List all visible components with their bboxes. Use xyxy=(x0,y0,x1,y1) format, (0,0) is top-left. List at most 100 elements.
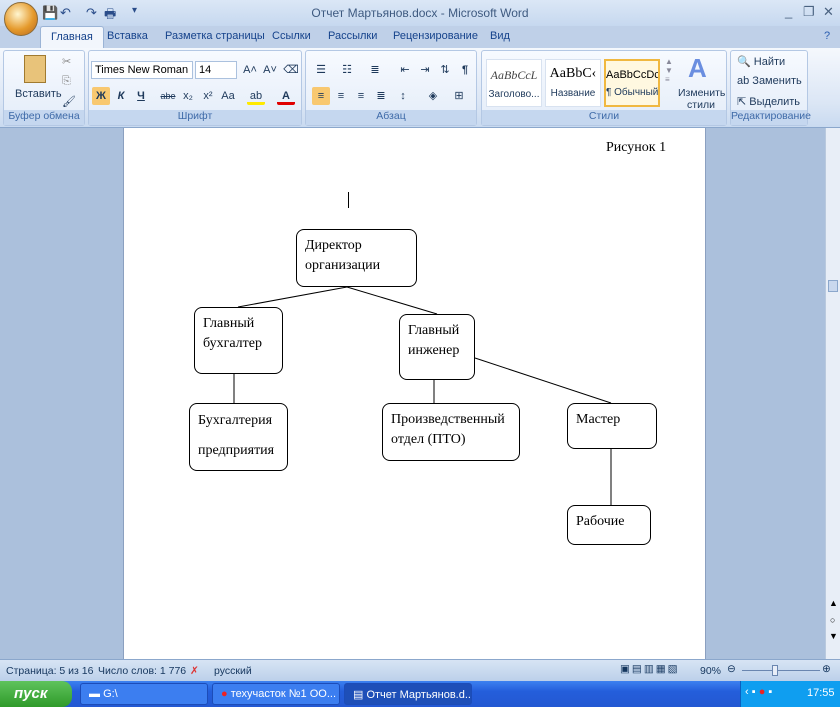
font-color-icon[interactable]: A xyxy=(277,87,295,105)
style-normal[interactable]: AaBbCcDc ¶ Обычный xyxy=(604,59,660,107)
style-heading[interactable]: AaBbCcL Заголово... xyxy=(486,59,542,107)
subscript-button[interactable]: x₂ xyxy=(179,87,197,105)
change-styles-icon[interactable]: A xyxy=(688,53,707,84)
scroll-thumb[interactable] xyxy=(828,280,838,292)
maximize-button[interactable]: ❐ xyxy=(803,4,815,20)
undo-icon[interactable]: ↶ xyxy=(60,5,71,21)
styles-scroll-icon[interactable]: ▲ ▼ ≡ xyxy=(665,57,673,84)
vertical-scrollbar[interactable]: ▲ ○ ▼ xyxy=(825,128,840,659)
tab-mailings[interactable]: Рассылки xyxy=(328,30,377,42)
font-size-select[interactable]: 14 xyxy=(195,61,237,79)
help-icon[interactable]: ? xyxy=(824,30,830,42)
align-right-icon[interactable]: ≡ xyxy=(352,87,370,105)
tab-view[interactable]: Вид xyxy=(490,30,510,42)
document-area: Рисунок 1 Директор организации Главный б… xyxy=(0,128,825,659)
taskbar-item-word[interactable]: ▤ Отчет Мартьянов.d... xyxy=(344,683,472,705)
align-left-icon[interactable]: ≡ xyxy=(312,87,330,105)
numbering-icon[interactable]: ☷ xyxy=(338,61,356,79)
find-button[interactable]: 🔍 Найти xyxy=(737,55,785,68)
next-page-icon[interactable]: ▼ xyxy=(829,631,838,641)
taskbar-item-explorer[interactable]: ▬ G:\ xyxy=(80,683,208,705)
show-marks-icon[interactable]: ¶ xyxy=(456,61,474,79)
connector-line xyxy=(346,286,438,315)
clear-format-icon[interactable]: ⌫ xyxy=(282,61,300,79)
tray-icons[interactable]: ‹ ▪ ● ▪ xyxy=(745,686,772,698)
connector-line xyxy=(474,357,612,404)
ribbon-tabs: Главная Вставка Разметка страницы Ссылки… xyxy=(0,26,840,48)
tab-home[interactable]: Главная xyxy=(40,26,104,48)
ribbon: Вставить ✂ ⎘ 🖌 Буфер обмена Times New Ro… xyxy=(0,48,840,128)
borders-icon[interactable]: ⊞ xyxy=(450,87,468,105)
box-master[interactable]: Мастер xyxy=(567,403,657,449)
print-icon[interactable]: 🖶 xyxy=(104,5,116,27)
customize-toolbar-icon[interactable]: ▾ xyxy=(132,5,137,16)
sort-icon[interactable]: ⇅ xyxy=(436,61,454,79)
shrink-font-button[interactable]: A˅ xyxy=(261,61,279,79)
shading-icon[interactable]: ◈ xyxy=(424,87,442,105)
box-chief-engineer[interactable]: Главный инженер xyxy=(399,314,475,380)
zoom-out-icon[interactable]: ⊖ xyxy=(727,663,736,675)
decrease-indent-icon[interactable]: ⇤ xyxy=(396,61,414,79)
browse-object-icon[interactable]: ○ xyxy=(830,615,835,625)
change-case-button[interactable]: Aa xyxy=(219,87,237,105)
status-bar: Страница: 5 из 16 Число слов: 1 776 ✗ ру… xyxy=(0,659,840,681)
group-label: Стили xyxy=(482,110,726,125)
word-count[interactable]: Число слов: 1 776 xyxy=(98,665,186,677)
box-workers[interactable]: Рабочие xyxy=(567,505,651,545)
tab-review[interactable]: Рецензирование xyxy=(393,30,478,42)
increase-indent-icon[interactable]: ⇥ xyxy=(416,61,434,79)
taskbar-item-opera[interactable]: ● техучасток №1 ОО... xyxy=(212,683,340,705)
close-button[interactable]: ✕ xyxy=(823,4,834,20)
group-label: Шрифт xyxy=(89,110,301,125)
style-title[interactable]: AaBbC‹ Название xyxy=(545,59,601,107)
grow-font-button[interactable]: A˄ xyxy=(241,61,259,79)
language[interactable]: русский xyxy=(214,665,252,677)
prev-page-icon[interactable]: ▲ xyxy=(829,598,838,608)
change-styles-button[interactable]: Изменить стили xyxy=(678,87,725,111)
start-button[interactable]: пуск xyxy=(0,681,72,707)
strikethrough-button[interactable]: abe xyxy=(159,87,177,105)
tab-insert[interactable]: Вставка xyxy=(107,30,148,42)
box-pto[interactable]: Произведственный отдел (ПТО) xyxy=(382,403,520,461)
superscript-button[interactable]: x² xyxy=(199,87,217,105)
office-button[interactable] xyxy=(4,2,38,36)
page-count[interactable]: Страница: 5 из 16 xyxy=(6,665,93,677)
line-spacing-icon[interactable]: ↕ xyxy=(394,87,412,105)
group-label: Редактирование xyxy=(731,110,811,125)
redo-icon[interactable]: ↷ xyxy=(86,5,97,21)
box-director[interactable]: Директор организации xyxy=(296,229,417,287)
paste-button[interactable]: Вставить xyxy=(15,88,62,100)
align-center-icon[interactable]: ≡ xyxy=(332,87,350,105)
bullets-icon[interactable]: ☰ xyxy=(312,61,330,79)
document-page[interactable]: Рисунок 1 Директор организации Главный б… xyxy=(123,128,706,659)
window-title: Отчет Мартьянов.docx - Microsoft Word xyxy=(311,6,529,20)
view-buttons[interactable]: ▣▤▥▦▧ xyxy=(620,663,680,675)
zoom-slider[interactable] xyxy=(742,670,820,671)
multilevel-list-icon[interactable]: ≣ xyxy=(366,61,384,79)
bold-button[interactable]: Ж xyxy=(92,87,110,105)
paste-icon[interactable] xyxy=(24,55,46,83)
format-painter-icon[interactable]: 🖌 xyxy=(62,95,76,108)
box-accounting[interactable]: Бухгалтерия предприятия xyxy=(189,403,288,471)
spellcheck-icon[interactable]: ✗ xyxy=(190,665,199,677)
zoom-in-icon[interactable]: ⊕ xyxy=(822,663,831,675)
font-group: Times New Roman 14 A˄ A˅ ⌫ Ж К Ч abe x₂ … xyxy=(88,50,302,126)
zoom-level[interactable]: 90% xyxy=(700,665,721,677)
font-name-select[interactable]: Times New Roman xyxy=(91,61,193,79)
tab-references[interactable]: Ссылки xyxy=(272,30,311,42)
zoom-slider-thumb[interactable] xyxy=(772,665,778,676)
save-icon[interactable]: 💾 xyxy=(42,5,58,21)
tab-page-layout[interactable]: Разметка страницы xyxy=(165,30,265,42)
replace-button[interactable]: ab Заменить xyxy=(737,75,802,87)
select-button[interactable]: ⇱ Выделить xyxy=(737,95,800,108)
box-chief-accountant[interactable]: Главный бухгалтер xyxy=(194,307,283,374)
editing-group: 🔍 Найти ab Заменить ⇱ Выделить Редактиро… xyxy=(730,50,811,126)
underline-button[interactable]: Ч xyxy=(132,87,150,105)
highlight-icon[interactable]: ab xyxy=(247,87,265,105)
copy-icon[interactable]: ⎘ xyxy=(62,75,71,88)
minimize-button[interactable]: _ xyxy=(785,4,792,19)
taskbar: пуск ▬ G:\ ● техучасток №1 ОО... ▤ Отчет… xyxy=(0,681,840,707)
italic-button[interactable]: К xyxy=(112,87,130,105)
cut-icon[interactable]: ✂ xyxy=(62,55,71,68)
justify-icon[interactable]: ≣ xyxy=(372,87,390,105)
